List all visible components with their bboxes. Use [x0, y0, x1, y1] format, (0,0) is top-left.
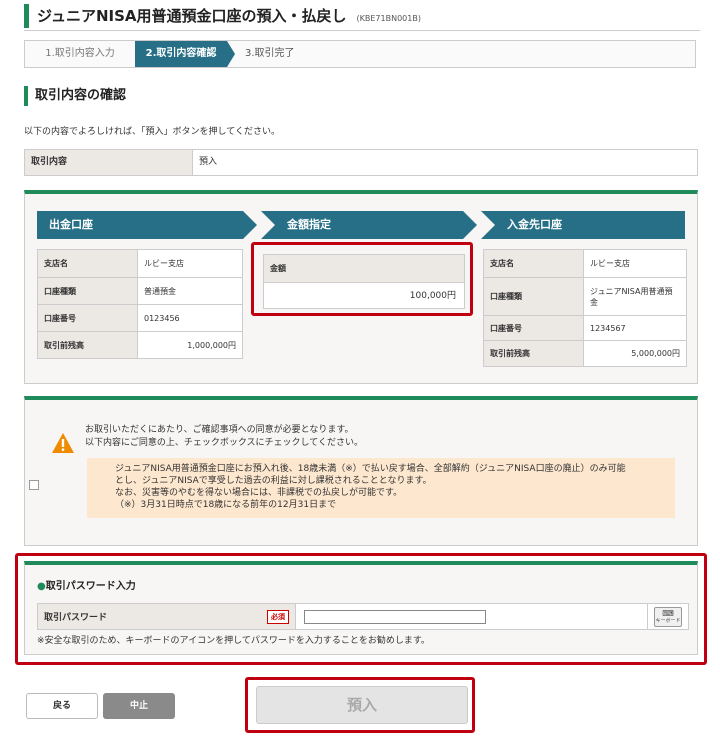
password-section-title: ●取引パスワード入力	[37, 581, 136, 592]
amount-highlight: 金額 100,000円	[251, 242, 473, 316]
password-row: 取引パスワード 必須 ⌨ キーボード	[37, 603, 689, 630]
consent-message: お取引いただくにあたり、ご確認事項への同意が必要となります。 以下内容にご同意の…	[85, 425, 364, 448]
table-row: 口座番号 0123456	[38, 305, 242, 332]
transfer-detail-panel: 出金口座 金額指定 入金先口座 支店名 ルビー支店 口座種類 普通預金 口座番号…	[24, 190, 698, 384]
amount-value: 100,000円	[409, 291, 456, 301]
amount-header: 金額指定	[261, 211, 477, 239]
keyboard-icon: ⌨	[662, 608, 674, 618]
consent-checkbox[interactable]	[29, 480, 39, 490]
table-row: 口座番号 1234567	[484, 316, 686, 341]
page-title: ジュニアNISA用普通預金口座の預入・払戻し	[37, 7, 347, 25]
password-field-cell	[296, 604, 648, 629]
software-keyboard-button[interactable]: ⌨ キーボード	[654, 606, 682, 627]
from-account-header: 出金口座	[37, 211, 257, 239]
screen-code: (KBE71BN001B)	[356, 14, 421, 23]
to-account-table: 支店名 ルビー支店 口座種類 ジュニアNISA用普通預金 口座番号 123456…	[483, 249, 687, 367]
transaction-type-label: 取引内容	[25, 150, 193, 175]
consent-terms-text: ジュニアNISA用普通預金口座にお預入れ後、18歳未満（※）で払い戻す場合、全部…	[115, 464, 626, 510]
step-input: 1.取引内容入力	[25, 41, 135, 67]
keyboard-cell: ⌨ キーボード	[648, 604, 688, 629]
amount-table: 金額 100,000円	[263, 254, 465, 309]
warning-icon	[52, 433, 74, 453]
header-divider	[24, 30, 700, 31]
step-confirm-current: 2.取引内容確認	[135, 41, 235, 67]
required-badge: 必須	[267, 609, 289, 624]
table-row: 口座種類 普通預金	[38, 278, 242, 305]
password-input[interactable]	[304, 609, 486, 624]
table-row: 取引前残高 1,000,000円	[38, 332, 242, 358]
step-complete: 3.取引完了	[245, 48, 295, 59]
deposit-button[interactable]: 預入	[256, 686, 468, 724]
table-row: 取引前残高 5,000,000円	[484, 341, 686, 366]
consent-notice-panel: お取引いただくにあたり、ご確認事項への同意が必要となります。 以下内容にご同意の…	[24, 396, 698, 546]
amount-label: 金額	[264, 255, 464, 283]
password-panel: ●取引パスワード入力 取引パスワード 必須 ⌨ キーボード ※安全な取引のため、…	[24, 561, 698, 655]
transaction-type-value: 預入	[199, 157, 218, 167]
intro-text: 以下の内容でよろしければ、「預入」ボタンを押してください。	[24, 127, 280, 137]
to-account-header: 入金先口座	[481, 211, 685, 239]
from-account-table: 支店名 ルビー支店 口座種類 普通預金 口座番号 0123456 取引前残高 1…	[37, 249, 243, 359]
step-indicator: 1.取引内容入力 2.取引内容確認 3.取引完了	[24, 40, 696, 68]
table-row: 口座種類 ジュニアNISA用普通預金	[484, 278, 686, 316]
table-row: 支店名 ルビー支店	[38, 250, 242, 278]
table-row: 支店名 ルビー支店	[484, 250, 686, 278]
page-header: ジュニアNISA用普通預金口座の預入・払戻し (KBE71BN001B)	[24, 4, 704, 28]
back-button[interactable]: 戻る	[26, 693, 98, 719]
cancel-button[interactable]: 中止	[103, 693, 175, 719]
password-note: ※安全な取引のため、キーボードのアイコンを押してパスワードを入力することをお勧め…	[37, 636, 430, 646]
transaction-type-row: 取引内容 預入	[24, 149, 698, 176]
password-label: 取引パスワード 必須	[38, 604, 296, 629]
section-title: 取引内容の確認	[24, 86, 126, 106]
consent-terms-box: ジュニアNISA用普通預金口座にお預入れ後、18歳未満（※）で払い戻す場合、全部…	[29, 458, 675, 518]
